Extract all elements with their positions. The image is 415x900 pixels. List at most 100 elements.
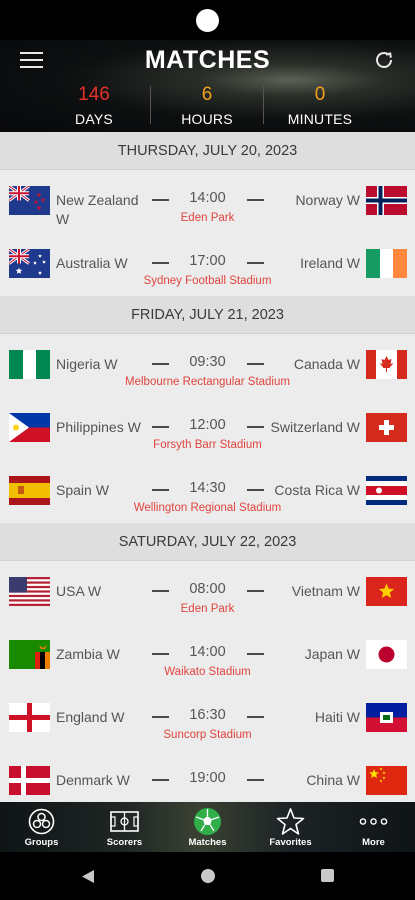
countdown-minutes: 0 MINUTES bbox=[270, 84, 370, 127]
norway-flag-icon bbox=[366, 186, 407, 215]
match-row[interactable]: New Zealand W 14:00 Norway W Eden Park bbox=[0, 170, 415, 233]
venue-name[interactable]: Waikato Stadium bbox=[0, 666, 415, 678]
match-row[interactable]: Australia W 17:00 Ireland W Sydney Football… bbox=[0, 233, 415, 296]
england-flag-icon bbox=[9, 703, 50, 732]
tab-scorers[interactable]: Scorers bbox=[83, 802, 166, 852]
venue-name[interactable]: Forsyth Barr Stadium bbox=[0, 439, 415, 451]
haiti-flag-icon bbox=[366, 703, 407, 732]
home-team: England W bbox=[56, 709, 125, 725]
dash-left bbox=[152, 653, 169, 655]
match-row[interactable]: Denmark W 19:00 China W bbox=[0, 750, 415, 802]
divider bbox=[263, 86, 264, 124]
dash-left bbox=[152, 489, 169, 491]
days-value: 146 bbox=[78, 84, 110, 105]
dash-left bbox=[152, 716, 169, 718]
date-header: FRIDAY, JULY 21, 2023 bbox=[0, 296, 415, 334]
refresh-icon[interactable] bbox=[372, 48, 396, 72]
away-team: Japan W bbox=[304, 646, 360, 662]
ireland-flag-icon bbox=[366, 249, 407, 278]
denmark-flag-icon bbox=[9, 766, 50, 795]
match-time: 14:00 bbox=[189, 190, 226, 206]
away-team: Vietnam W bbox=[291, 583, 360, 599]
away-team: Norway W bbox=[295, 192, 360, 208]
venue-name[interactable]: Sydney Football Stadium bbox=[0, 275, 415, 287]
philippines-flag-icon bbox=[9, 413, 50, 442]
tab-label: Favorites bbox=[269, 837, 312, 848]
more-dots-icon bbox=[359, 807, 388, 836]
venue-name[interactable]: Melbourne Rectangular Stadium bbox=[0, 376, 415, 388]
home-team: Philippines W bbox=[56, 419, 141, 435]
venue-name[interactable]: Eden Park bbox=[0, 212, 415, 224]
tab-groups[interactable]: Groups bbox=[0, 802, 83, 852]
tab-favorites[interactable]: Favorites bbox=[249, 802, 332, 852]
hours-label: HOURS bbox=[181, 111, 233, 127]
japan-flag-icon bbox=[366, 640, 407, 669]
home-team: Nigeria W bbox=[56, 356, 118, 372]
match-row[interactable]: Zambia W 14:00 Japan W Waikato Stadium bbox=[0, 624, 415, 687]
match-time: 16:30 bbox=[189, 707, 226, 723]
date-header: SATURDAY, JULY 22, 2023 bbox=[0, 523, 415, 561]
home-team: Denmark W bbox=[56, 772, 130, 788]
countdown-hours: 6 HOURS bbox=[157, 84, 257, 127]
away-team: China W bbox=[306, 772, 360, 788]
pitch-icon bbox=[110, 807, 139, 836]
match-time: 12:00 bbox=[189, 417, 226, 433]
tab-matches[interactable]: Matches bbox=[166, 802, 249, 852]
tab-label: Matches bbox=[188, 837, 227, 848]
match-row[interactable]: USA W 08:00 Vietnam W Eden Park bbox=[0, 561, 415, 624]
home-team: Zambia W bbox=[56, 646, 120, 662]
costa-rica-flag-icon bbox=[366, 476, 407, 505]
match-row[interactable]: England W 16:30 Haiti W Suncorp Stadium bbox=[0, 687, 415, 750]
australia-flag-icon bbox=[9, 249, 50, 278]
spain-flag-icon bbox=[9, 476, 50, 505]
match-list[interactable]: THURSDAY, JULY 20, 2023 New Zealand W 14:0… bbox=[0, 132, 415, 802]
home-team: USA W bbox=[56, 583, 102, 599]
venue-name[interactable]: Wellington Regional Stadium bbox=[0, 502, 415, 514]
app-header: MATCHES 146 DAYS 6 HOURS 0 MINUTES bbox=[0, 40, 415, 132]
venue-name[interactable]: Suncorp Stadium bbox=[0, 729, 415, 741]
days-label: DAYS bbox=[75, 111, 113, 127]
match-row[interactable]: Philippines W 12:00 Switzerland W Forsyth B… bbox=[0, 397, 415, 460]
star-icon bbox=[276, 807, 305, 836]
usa-flag-icon bbox=[9, 577, 50, 606]
venue-name[interactable]: Eden Park bbox=[0, 603, 415, 615]
date-header: THURSDAY, JULY 20, 2023 bbox=[0, 132, 415, 170]
nigeria-flag-icon bbox=[9, 350, 50, 379]
match-time: 19:00 bbox=[189, 770, 226, 786]
match-time: 14:00 bbox=[189, 644, 226, 660]
away-team: Ireland W bbox=[300, 255, 360, 271]
match-row[interactable]: Spain W 14:30 Costa Rica W Wellington Regio… bbox=[0, 460, 415, 523]
recent-apps-icon[interactable] bbox=[321, 869, 334, 882]
home-icon[interactable] bbox=[201, 869, 215, 883]
status-bar bbox=[0, 0, 415, 40]
soccer-ball-icon bbox=[193, 807, 222, 836]
minutes-value: 0 bbox=[314, 84, 326, 105]
tab-label: Scorers bbox=[106, 837, 143, 848]
switzerland-flag-icon bbox=[366, 413, 407, 442]
tab-label: Groups bbox=[24, 837, 59, 848]
new-zealand-flag-icon bbox=[9, 186, 50, 215]
home-team: Spain W bbox=[56, 482, 109, 498]
away-team: Switzerland W bbox=[270, 419, 360, 435]
dash-left bbox=[152, 199, 169, 201]
match-time: 17:00 bbox=[189, 253, 226, 269]
tab-label: More bbox=[362, 837, 385, 848]
groups-icon bbox=[27, 807, 56, 836]
hours-value: 6 bbox=[201, 84, 213, 105]
home-team: Australia W bbox=[56, 255, 128, 271]
match-time: 08:00 bbox=[189, 581, 226, 597]
tab-more[interactable]: More bbox=[332, 802, 415, 852]
minutes-label: MINUTES bbox=[287, 111, 353, 127]
canada-flag-icon bbox=[366, 350, 407, 379]
dash-left bbox=[152, 262, 169, 264]
back-icon[interactable] bbox=[81, 869, 95, 884]
match-row[interactable]: Nigeria W 09:30 Canada W Melbourne Rectangu… bbox=[0, 334, 415, 397]
page-title: MATCHES bbox=[144, 46, 271, 74]
match-time: 09:30 bbox=[189, 354, 226, 370]
countdown-days: 146 DAYS bbox=[44, 84, 144, 127]
bottom-tab-bar: Groups Scorers Matches Favorites More bbox=[0, 802, 415, 852]
dash-left bbox=[152, 363, 169, 365]
zambia-flag-icon bbox=[9, 640, 50, 669]
dash-left bbox=[152, 779, 169, 781]
dash-left bbox=[152, 426, 169, 428]
